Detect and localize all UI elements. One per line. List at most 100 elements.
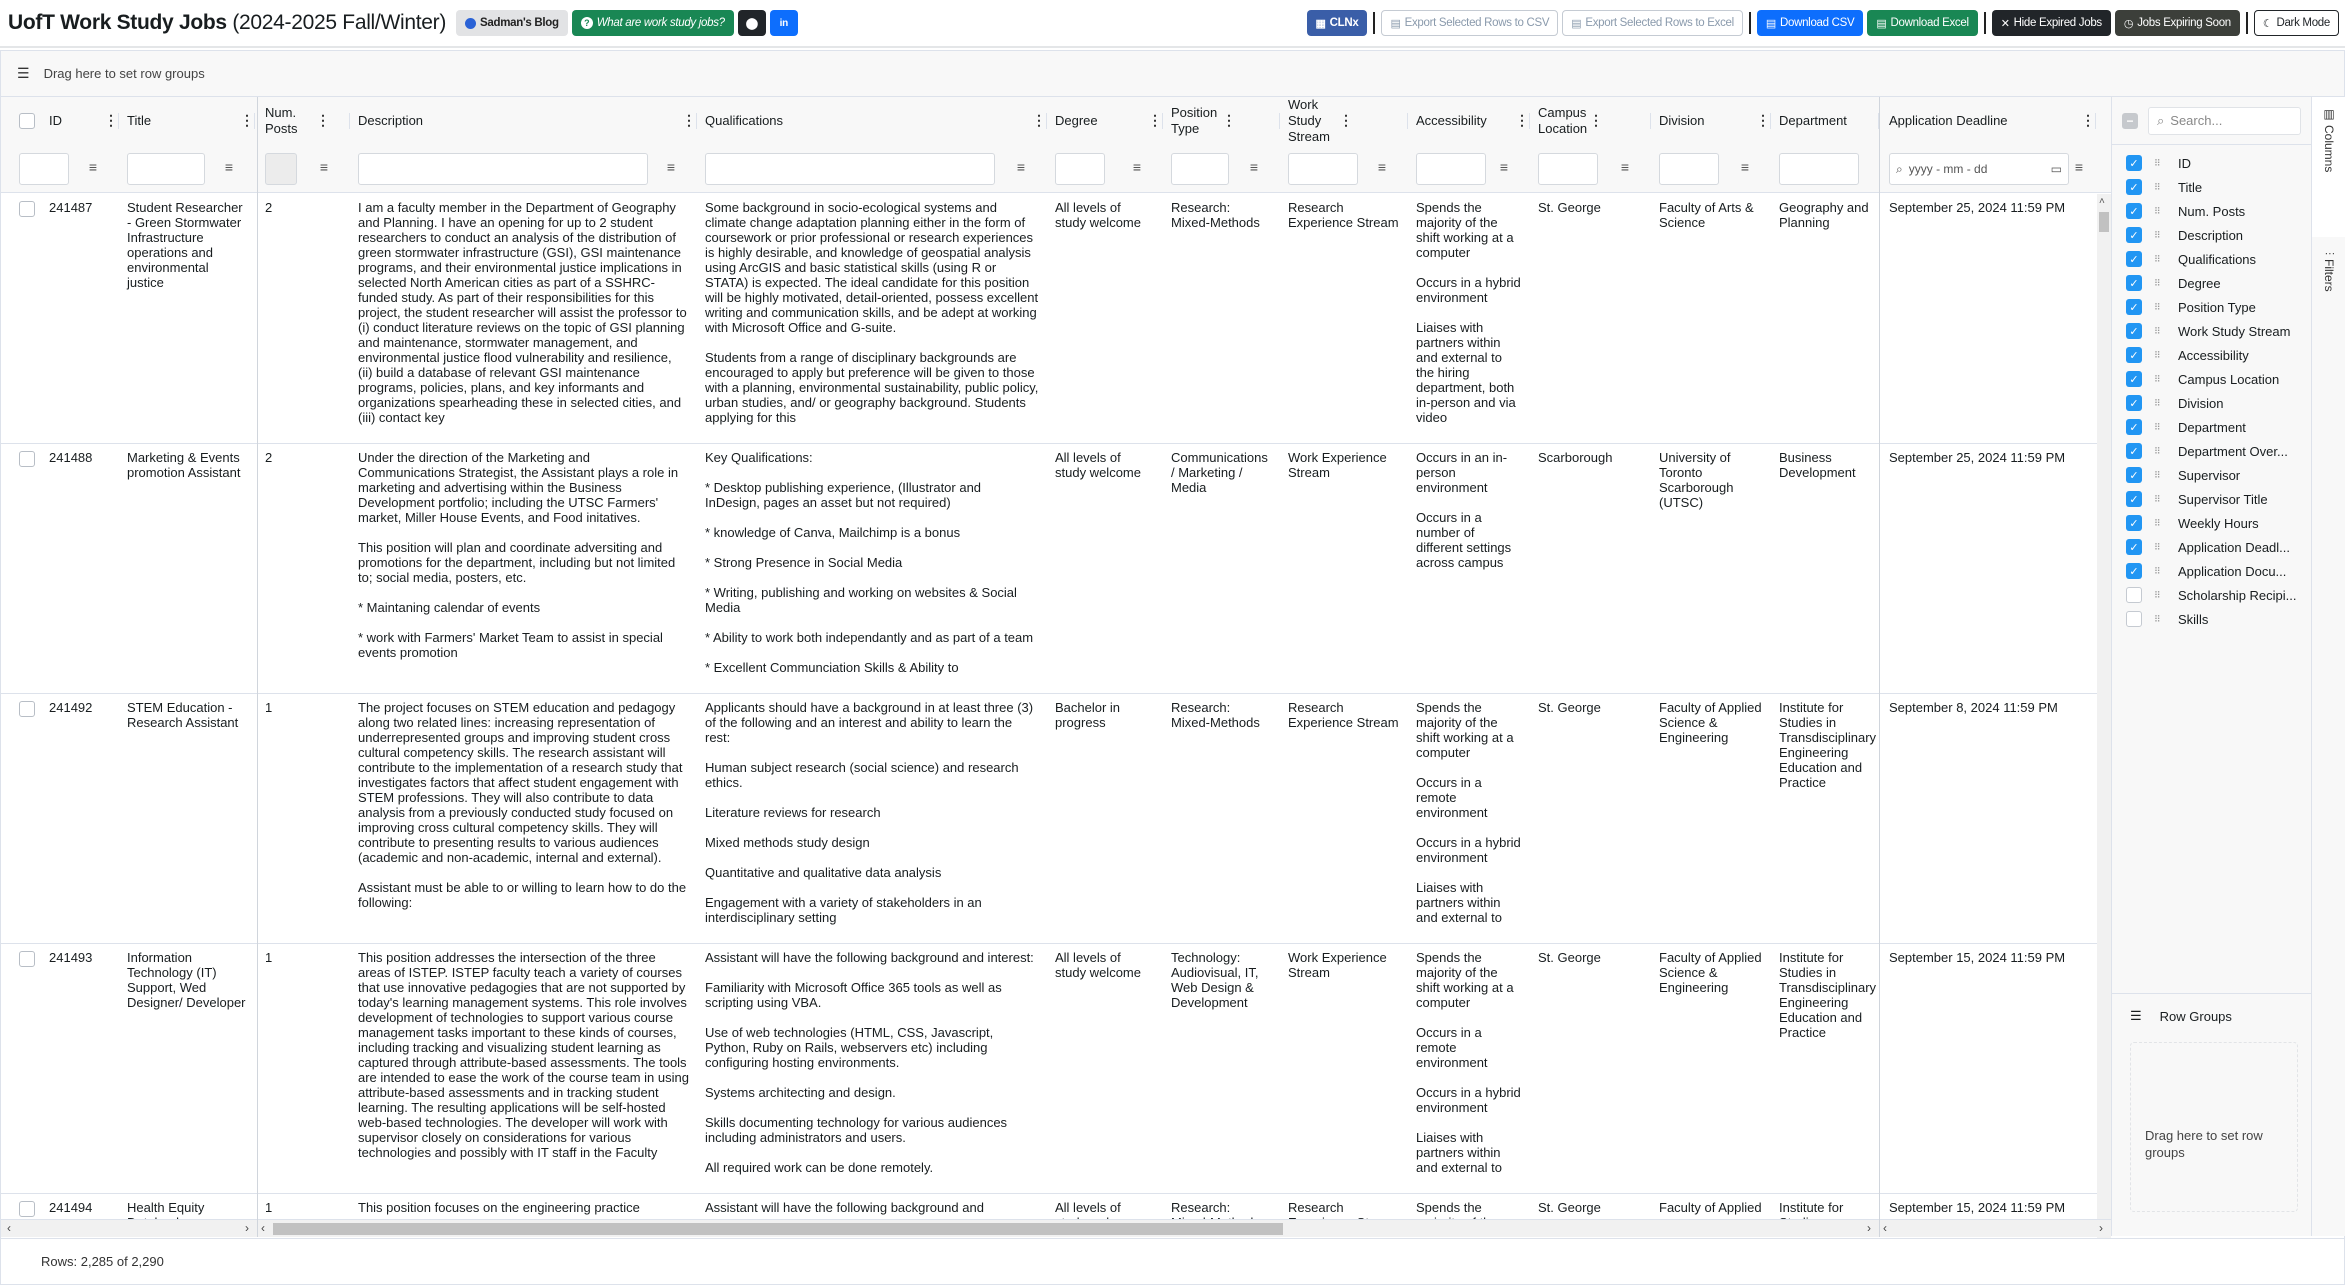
filter-icon[interactable]: ≡: [1129, 159, 1145, 175]
column-toggle-item[interactable]: ✓ ⠿ Qualifications: [2112, 247, 2311, 271]
column-toggle-item[interactable]: ✓ ⠿ Work Study Stream: [2112, 319, 2311, 343]
horizontal-scroll-thumb[interactable]: [273, 1223, 1283, 1235]
description-filter-input[interactable]: [358, 153, 648, 185]
scroll-left-icon[interactable]: ‹: [1883, 1221, 1887, 1235]
drag-handle-icon[interactable]: ⠿: [2154, 374, 2166, 385]
column-visibility-checkbox[interactable]: ✓: [2126, 179, 2142, 195]
accessibility-filter-input[interactable]: [1416, 153, 1486, 185]
column-visibility-checkbox[interactable]: ✓: [2126, 467, 2142, 483]
column-visibility-checkbox[interactable]: [2126, 587, 2142, 603]
row-checkbox[interactable]: [19, 1201, 35, 1217]
column-header-degree[interactable]: Degree ⋮: [1047, 97, 1163, 145]
filter-icon[interactable]: ≡: [1374, 159, 1390, 175]
column-toggle-item[interactable]: ✓ ⠿ Title: [2112, 175, 2311, 199]
column-toggle-item[interactable]: ✓ ⠿ Weekly Hours: [2112, 511, 2311, 535]
column-visibility-checkbox[interactable]: ✓: [2126, 323, 2142, 339]
column-toggle-item[interactable]: ✓ ⠿ Application Docu...: [2112, 559, 2311, 583]
blog-button[interactable]: Sadman's Blog: [456, 10, 568, 36]
vertical-scrollbar[interactable]: ˄ ˅: [2097, 194, 2111, 1274]
drag-handle-icon[interactable]: ⠿: [2154, 278, 2166, 289]
column-menu-icon[interactable]: ⋮: [239, 112, 255, 130]
drag-handle-icon[interactable]: ⠿: [2154, 254, 2166, 265]
drag-handle-icon[interactable]: ⠿: [2154, 206, 2166, 217]
column-menu-icon[interactable]: ⋮: [1147, 112, 1163, 130]
column-visibility-checkbox[interactable]: ✓: [2126, 395, 2142, 411]
column-visibility-checkbox[interactable]: ✓: [2126, 203, 2142, 219]
position-type-filter-input[interactable]: [1171, 153, 1229, 185]
drag-handle-icon[interactable]: ⠿: [2154, 398, 2166, 409]
hide-expired-button[interactable]: ✕ Hide Expired Jobs: [1991, 10, 2111, 36]
department-filter-input[interactable]: [1779, 153, 1859, 185]
column-menu-icon[interactable]: ⋮: [1031, 112, 1047, 130]
degree-filter-input[interactable]: [1055, 153, 1105, 185]
column-toggle-item[interactable]: ✓ ⠿ Department: [2112, 415, 2311, 439]
column-toggle-item[interactable]: ✓ ⠿ ID: [2112, 151, 2311, 175]
row-groups-drop-zone[interactable]: Drag here to set row groups: [2130, 1042, 2298, 1212]
select-all-checkbox[interactable]: [19, 113, 35, 129]
drag-handle-icon[interactable]: ⠿: [2154, 182, 2166, 193]
column-menu-icon[interactable]: ⋮: [103, 112, 119, 130]
expiring-soon-button[interactable]: ◷ Jobs Expiring Soon: [2114, 10, 2240, 36]
column-visibility-checkbox[interactable]: ✓: [2126, 419, 2142, 435]
horizontal-scrollbar[interactable]: ‹ › ‹ › ‹ ›: [1, 1219, 2111, 1237]
filter-icon[interactable]: ≡: [85, 159, 101, 175]
drag-handle-icon[interactable]: ⠿: [2154, 422, 2166, 433]
column-header-division[interactable]: Division ⋮: [1651, 97, 1771, 145]
table-row[interactable]: 241492 STEM Education - Research Assistan…: [1, 694, 2101, 944]
filter-icon[interactable]: ≡: [663, 159, 679, 175]
stream-filter-input[interactable]: [1288, 153, 1358, 185]
calendar-icon[interactable]: ▭: [2051, 162, 2062, 176]
drag-handle-icon[interactable]: ⠿: [2154, 230, 2166, 241]
deadline-date-filter[interactable]: ⌕ yyyy - mm - dd ▭: [1889, 153, 2069, 185]
scroll-right-icon[interactable]: ›: [1867, 1221, 1871, 1235]
column-toggle-item[interactable]: ✓ ⠿ Application Deadl...: [2112, 535, 2311, 559]
download-csv-button[interactable]: ▤ Download CSV: [1756, 10, 1864, 36]
column-resize-handle[interactable]: [254, 113, 255, 129]
column-visibility-checkbox[interactable]: ✓: [2126, 491, 2142, 507]
drag-handle-icon[interactable]: ⠿: [2154, 542, 2166, 553]
column-menu-icon[interactable]: ⋮: [1588, 112, 1604, 130]
vertical-scroll-thumb[interactable]: [2099, 212, 2109, 232]
column-visibility-checkbox[interactable]: ✓: [2126, 299, 2142, 315]
column-toggle-item[interactable]: ⠿ Skills: [2112, 607, 2311, 631]
column-visibility-checkbox[interactable]: ✓: [2126, 563, 2142, 579]
filter-icon[interactable]: ≡: [1246, 159, 1262, 175]
column-toggle-item[interactable]: ✓ ⠿ Supervisor Title: [2112, 487, 2311, 511]
drag-handle-icon[interactable]: ⠿: [2154, 158, 2166, 169]
scroll-left-icon[interactable]: ‹: [261, 1221, 265, 1235]
column-header-position-type[interactable]: Position Type ⋮: [1163, 97, 1280, 145]
filter-icon[interactable]: ≡: [221, 159, 237, 175]
row-checkbox[interactable]: [19, 701, 35, 717]
filter-icon[interactable]: ≡: [1617, 159, 1633, 175]
column-visibility-checkbox[interactable]: ✓: [2126, 539, 2142, 555]
posts-filter-input[interactable]: [265, 153, 297, 185]
title-filter-input[interactable]: [127, 153, 205, 185]
column-visibility-checkbox[interactable]: ✓: [2126, 515, 2142, 531]
column-header-campus[interactable]: Campus Location ⋮: [1530, 97, 1651, 145]
column-visibility-checkbox[interactable]: ✓: [2126, 275, 2142, 291]
column-menu-icon[interactable]: ⋮: [681, 112, 697, 130]
drag-handle-icon[interactable]: ⠿: [2154, 326, 2166, 337]
export-selected-csv-button[interactable]: ▤ Export Selected Rows to CSV: [1381, 10, 1559, 36]
column-toggle-item[interactable]: ✓ ⠿ Supervisor: [2112, 463, 2311, 487]
qualifications-filter-input[interactable]: [705, 153, 995, 185]
column-menu-icon[interactable]: ⋮: [1338, 112, 1354, 130]
column-toggle-item[interactable]: ✓ ⠿ Degree: [2112, 271, 2311, 295]
export-selected-excel-button[interactable]: ▤ Export Selected Rows to Excel: [1562, 10, 1743, 36]
filter-icon[interactable]: ≡: [1496, 159, 1512, 175]
column-visibility-checkbox[interactable]: ✓: [2126, 371, 2142, 387]
column-header-posts[interactable]: Num. Posts ⋮: [257, 97, 350, 145]
row-group-drop-zone[interactable]: ☰ Drag here to set row groups: [1, 51, 2344, 97]
row-checkbox[interactable]: [19, 201, 35, 217]
filter-icon[interactable]: ≡: [316, 159, 332, 175]
dark-mode-button[interactable]: ☾ Dark Mode: [2253, 10, 2339, 36]
column-toggle-item[interactable]: ✓ ⠿ Department Over...: [2112, 439, 2311, 463]
table-row[interactable]: 241493 Information Technology (IT) Suppor…: [1, 944, 2101, 1194]
column-resize-handle[interactable]: [2095, 113, 2096, 129]
column-visibility-checkbox[interactable]: [2126, 611, 2142, 627]
column-header-id[interactable]: ID ⋮: [1, 97, 119, 145]
tab-columns[interactable]: ▥ Columns: [2312, 97, 2345, 237]
column-menu-icon[interactable]: ⋮: [2080, 112, 2096, 130]
scroll-left-icon[interactable]: ‹: [7, 1221, 11, 1235]
filter-icon[interactable]: ≡: [1013, 159, 1029, 175]
